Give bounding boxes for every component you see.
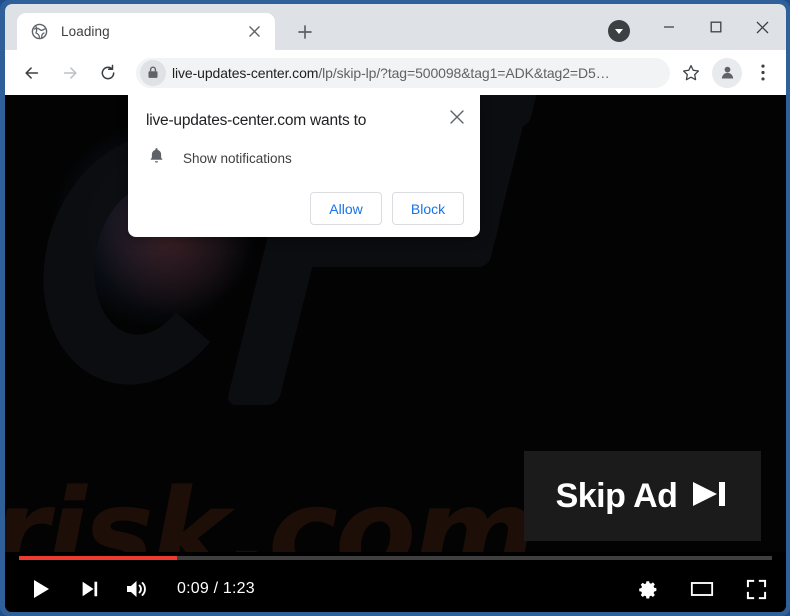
next-button[interactable]: [71, 571, 107, 607]
controls-row: 0:09 / 1:23: [5, 566, 786, 612]
browser-toolbar: live-updates-center.com/lp/skip-lp/?tag=…: [5, 50, 786, 95]
close-icon[interactable]: [446, 106, 468, 128]
bell-icon: [148, 147, 165, 170]
back-button[interactable]: [17, 58, 47, 88]
skip-next-icon: [82, 581, 98, 597]
globe-icon: [31, 23, 48, 40]
browser-window-frame: Loading live-updates-center.com/lp/skip-…: [0, 0, 790, 616]
url-domain: live-updates-center.com: [172, 64, 319, 81]
arrow-right-icon: [63, 66, 77, 79]
settings-button[interactable]: [630, 571, 666, 607]
theater-icon: [690, 582, 714, 596]
close-icon[interactable]: [243, 21, 265, 43]
progress-bar-track[interactable]: [19, 556, 772, 560]
skip-ad-button[interactable]: Skip Ad: [524, 451, 761, 541]
dialog-title: live-updates-center.com wants to: [146, 112, 367, 129]
minimize-icon: [663, 26, 674, 28]
person-icon: [721, 66, 733, 79]
fullscreen-icon: [746, 579, 766, 599]
window-controls: [645, 4, 786, 50]
chevron-down-icon: [615, 29, 623, 34]
theater-mode-button[interactable]: [684, 571, 720, 607]
play-button[interactable]: [23, 571, 59, 607]
overflow-menu-button[interactable]: [748, 58, 778, 88]
url-text: live-updates-center.com/lp/skip-lp/?tag=…: [172, 65, 610, 81]
three-dots-icon: [761, 64, 765, 81]
minimize-button[interactable]: [645, 4, 692, 50]
gear-icon: [638, 580, 656, 598]
skip-next-icon: [691, 479, 729, 514]
progress-bar-fill: [19, 556, 178, 560]
skip-ad-label: Skip Ad: [555, 476, 678, 515]
bookmark-star-icon[interactable]: [676, 58, 706, 88]
maximize-button[interactable]: [692, 4, 739, 50]
arrow-left-icon: [25, 66, 39, 79]
chrome-browser-window: Loading live-updates-center.com/lp/skip-…: [5, 4, 786, 612]
lock-icon[interactable]: [140, 59, 166, 86]
dialog-actions: Allow Block: [146, 192, 464, 226]
tab-search-button[interactable]: [608, 20, 630, 42]
block-button[interactable]: Block: [392, 192, 464, 226]
volume-icon: [127, 581, 146, 597]
video-controls-bar: 0:09 / 1:23: [5, 552, 786, 612]
plus-icon: [298, 25, 312, 39]
volume-button[interactable]: [119, 571, 155, 607]
close-window-button[interactable]: [739, 4, 786, 50]
maximize-icon: [710, 21, 721, 33]
tab-title: Loading: [61, 24, 110, 39]
close-icon: [756, 21, 769, 33]
avatar[interactable]: [712, 57, 742, 88]
permission-label: Show notifications: [183, 151, 292, 167]
browser-tab[interactable]: Loading: [17, 13, 275, 50]
forward-button[interactable]: [55, 58, 85, 88]
reload-icon: [101, 64, 115, 79]
page-content: risk.com Skip Ad live-updates-center.com…: [5, 95, 786, 612]
notification-permission-dialog: live-updates-center.com wants to Show no…: [128, 95, 480, 238]
time-display: 0:09 / 1:23: [177, 580, 255, 597]
reload-button[interactable]: [93, 58, 123, 88]
new-tab-button[interactable]: [290, 17, 320, 47]
tab-strip: Loading: [5, 4, 786, 50]
fullscreen-button[interactable]: [738, 571, 774, 607]
allow-button[interactable]: Allow: [310, 192, 382, 226]
url-path: /lp/skip-lp/?tag=500098&tag1=ADK&tag2=D5…: [318, 64, 610, 81]
permission-row: Show notifications: [146, 147, 464, 170]
play-icon: [34, 580, 49, 598]
address-bar[interactable]: live-updates-center.com/lp/skip-lp/?tag=…: [136, 57, 670, 88]
